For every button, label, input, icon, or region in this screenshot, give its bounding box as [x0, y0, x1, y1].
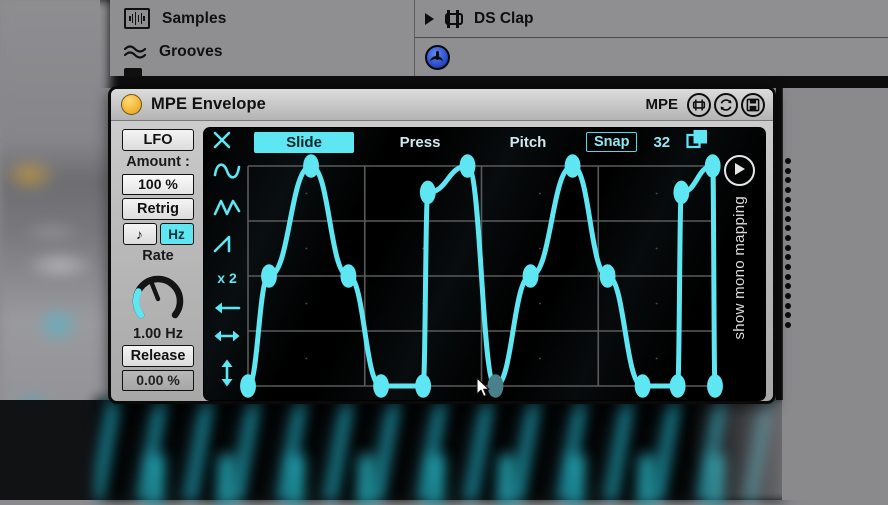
rate-mode-toggle-group: ♪ Hz: [122, 223, 194, 245]
snap-value[interactable]: 32: [653, 134, 670, 151]
envelope-breakpoint[interactable]: [373, 374, 390, 398]
envelope-breakpoint[interactable]: [634, 374, 651, 398]
background-waveform-blur-2: [120, 455, 740, 505]
mouse-cursor: [476, 377, 492, 404]
drum-device-icon: [443, 9, 465, 28]
save-disk-icon[interactable]: [741, 92, 765, 117]
envelope-breakpoint[interactable]: [303, 154, 319, 178]
sidebar-item-label: Grooves: [159, 42, 223, 60]
tab-slide[interactable]: Slide: [254, 131, 354, 153]
browser-panel: Samples Grooves: [110, 0, 415, 76]
mpe-envelope-window: MPE Envelope MPE LFO Amount: 100 % Retr…: [108, 86, 776, 404]
plugin-row[interactable]: [415, 38, 888, 76]
snap-button[interactable]: Snap: [586, 132, 638, 152]
tab-press[interactable]: Press: [370, 132, 470, 153]
amount-label: Amount :: [126, 154, 190, 170]
device-row-ds-clap[interactable]: DS Clap: [415, 0, 888, 38]
orange-power-dot[interactable]: [121, 94, 142, 115]
play-button-icon[interactable]: [723, 155, 755, 186]
x2-multiply-label[interactable]: x 2: [217, 270, 236, 286]
arrow-vertical-icon[interactable]: [219, 358, 235, 388]
retrig-button[interactable]: Retrig: [122, 198, 194, 220]
ramp-wave-icon[interactable]: [213, 233, 241, 255]
envelope-toolbar: Slide Press Pitch Snap 32: [204, 128, 765, 156]
envelope-breakpoint[interactable]: [669, 374, 686, 398]
hz-toggle[interactable]: Hz: [159, 223, 194, 245]
grooves-wave-icon: [123, 44, 147, 59]
samples-waveform-icon: [124, 8, 150, 29]
page-title: MPE Envelope: [151, 95, 266, 113]
envelope-editor[interactable]: Slide Press Pitch Snap 32 x 2 show mono …: [203, 127, 766, 401]
sidebar-item-grooves[interactable]: Grooves: [110, 35, 414, 68]
close-x-icon[interactable]: [212, 130, 238, 155]
rate-knob[interactable]: [130, 269, 186, 323]
mono-mapping-strip: show mono mapping: [717, 154, 761, 396]
right-side-panel: [782, 88, 888, 400]
triangle-right-icon[interactable]: [425, 12, 434, 25]
amount-value-field[interactable]: 100 %: [122, 174, 194, 195]
device-name-label: DS Clap: [474, 9, 534, 27]
release-button[interactable]: Release: [122, 345, 194, 367]
sine-wave-icon[interactable]: [213, 160, 241, 182]
sidebar-item-samples[interactable]: Samples: [110, 2, 414, 35]
note-sync-toggle[interactable]: ♪: [122, 223, 157, 245]
envelope-curve-svg: [240, 154, 723, 398]
envelope-grid[interactable]: [240, 154, 723, 398]
envelope-breakpoint[interactable]: [261, 264, 277, 288]
envelope-breakpoint[interactable]: [522, 264, 539, 288]
arrow-left-icon[interactable]: [213, 301, 241, 315]
lfo-control-column: LFO Amount : 100 % Retrig ♪ Hz Rate 1.00…: [118, 127, 198, 401]
refresh-loop-icon[interactable]: [714, 92, 738, 117]
mpe-label: MPE: [645, 96, 678, 113]
plugin-title-bar[interactable]: MPE Envelope MPE: [111, 89, 773, 121]
envelope-breakpoint[interactable]: [459, 154, 476, 178]
tab-pitch[interactable]: Pitch: [478, 132, 578, 153]
device-chain-panel: DS Clap: [415, 0, 888, 76]
release-value-field[interactable]: 0.00 %: [122, 370, 194, 391]
envelope-breakpoint[interactable]: [419, 180, 436, 205]
panel-resize-grip[interactable]: [784, 158, 792, 328]
sidebar-item-label: Samples: [162, 9, 227, 27]
browser-partial-row: [110, 68, 415, 77]
envelope-breakpoint[interactable]: [340, 264, 357, 288]
arrow-horizontal-icon[interactable]: [213, 329, 241, 343]
envelope-breakpoint[interactable]: [599, 264, 616, 288]
rate-label: Rate: [142, 248, 174, 264]
background-right-gray: [782, 400, 888, 500]
duplicate-squares-icon[interactable]: [686, 128, 710, 157]
lfo-button[interactable]: LFO: [122, 129, 194, 151]
envelope-tool-column: x 2: [210, 154, 244, 396]
map-icon[interactable]: [687, 92, 711, 117]
envelope-breakpoint[interactable]: [564, 154, 581, 178]
mono-mapping-label[interactable]: show mono mapping: [731, 196, 748, 340]
triangle-wave-icon[interactable]: [213, 197, 241, 219]
rate-value: 1.00 Hz: [133, 326, 183, 342]
envelope-breakpoint[interactable]: [673, 180, 690, 205]
blue-plugin-orb-icon[interactable]: [425, 44, 450, 70]
envelope-breakpoint[interactable]: [415, 374, 432, 398]
